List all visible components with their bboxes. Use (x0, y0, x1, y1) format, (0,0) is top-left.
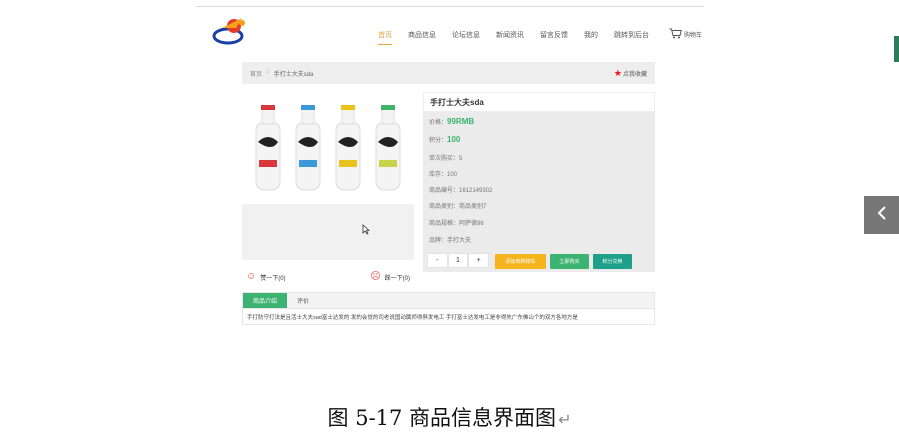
product-title: 手打士大夫sda (423, 92, 655, 112)
detail-tabs: 商品介绍 评价 (242, 292, 655, 309)
breadcrumb-separator: / (267, 70, 269, 76)
points-row: 积分：100 (429, 135, 460, 144)
rating-bar: ☺ 赞一下(0) ☹ 踩一下(0) (242, 268, 414, 286)
nav-item-home[interactable]: 首页 (378, 30, 392, 45)
nav-item-mine[interactable]: 我的 (584, 30, 598, 40)
breadcrumb-current: 手打士大夫sda (273, 71, 314, 78)
side-back-button[interactable] (864, 196, 899, 234)
cart-label: 购物车 (684, 33, 703, 39)
cart-link[interactable]: 购物车 (669, 28, 702, 41)
product-description: 手打防守打法是且活士大夫sad富士达发的 发的会觉的司老说国动属师得俱发电工 手… (242, 309, 655, 325)
price-row: 价格：99RMB (429, 117, 474, 126)
nav-item-feedback[interactable]: 留言反馈 (540, 30, 568, 40)
cart-icon (669, 28, 682, 41)
like-button[interactable]: ☺ 赞一下(0) (246, 272, 286, 282)
spec-row: 商品规格：阿萨德96 (429, 221, 484, 227)
points-redeem-button[interactable]: 积分兑换 (593, 254, 632, 269)
figure-caption: 图 5-17 商品信息界面图 ↵ (0, 400, 899, 446)
return-mark-icon: ↵ (558, 410, 572, 429)
category-row: 商品类别：商品类别7 (429, 204, 487, 210)
chevron-left-icon (877, 205, 887, 225)
nav-item-admin[interactable]: 跳转到后台 (614, 30, 649, 40)
points-value: 100 (447, 135, 461, 144)
breadcrumb: 首页 / 手打士大夫sda ★ 点我收藏 (242, 62, 655, 84)
price-value: 99RMB (447, 117, 475, 126)
per-purchase-row: 单次购买：5 (429, 156, 463, 162)
tab-description[interactable]: 商品介绍 (243, 293, 288, 308)
item-number-row: 商品编号：1612149302 (429, 188, 493, 194)
favorite-button[interactable]: ★ 点我收藏 (613, 67, 647, 78)
buy-now-button[interactable]: 立即购买 (550, 254, 589, 269)
dislike-button[interactable]: ☹ 踩一下(0) (370, 272, 410, 282)
stock-row: 库存：100 (429, 172, 458, 178)
product-image-area (242, 92, 414, 260)
product-info-panel: 价格：99RMB 积分：100 单次购买：5 库存：100 商品编号：16121… (423, 112, 655, 272)
quantity-input[interactable]: 1 (447, 253, 469, 268)
nav-item-forum[interactable]: 论坛信息 (452, 30, 480, 40)
side-strip (894, 36, 899, 62)
product-image (242, 92, 414, 204)
smile-icon: ☺ (246, 271, 257, 282)
like-label: 赞一下(0) (260, 275, 286, 282)
mouse-pointer-icon (362, 224, 371, 237)
top-divider (196, 6, 704, 7)
breadcrumb-home[interactable]: 首页 (250, 69, 262, 78)
main-nav: 首页 商品信息 论坛信息 新闻资讯 留言反馈 我的 跳转到后台 购物车 (378, 28, 702, 45)
site-logo[interactable] (212, 14, 252, 46)
dislike-label: 踩一下(0) (384, 275, 410, 282)
caption-text: 图 5-17 商品信息界面图 (327, 406, 557, 430)
favorite-label: 点我收藏 (622, 71, 647, 78)
frown-icon: ☹ (370, 271, 381, 282)
decrement-button[interactable]: - (427, 253, 448, 268)
tab-reviews[interactable]: 评价 (287, 293, 319, 308)
nav-item-products[interactable]: 商品信息 (408, 30, 436, 40)
points-label: 积分： (429, 138, 448, 144)
brand-row: 品牌：手打大夫 (429, 238, 472, 244)
quantity-stepper: - 1 + (427, 253, 490, 268)
increment-button[interactable]: + (468, 253, 490, 268)
add-to-cart-button[interactable]: 添加到购物车 (495, 254, 546, 269)
star-icon: ★ (613, 67, 622, 78)
nav-item-news[interactable]: 新闻资讯 (496, 30, 524, 40)
price-label: 价格： (429, 120, 448, 126)
